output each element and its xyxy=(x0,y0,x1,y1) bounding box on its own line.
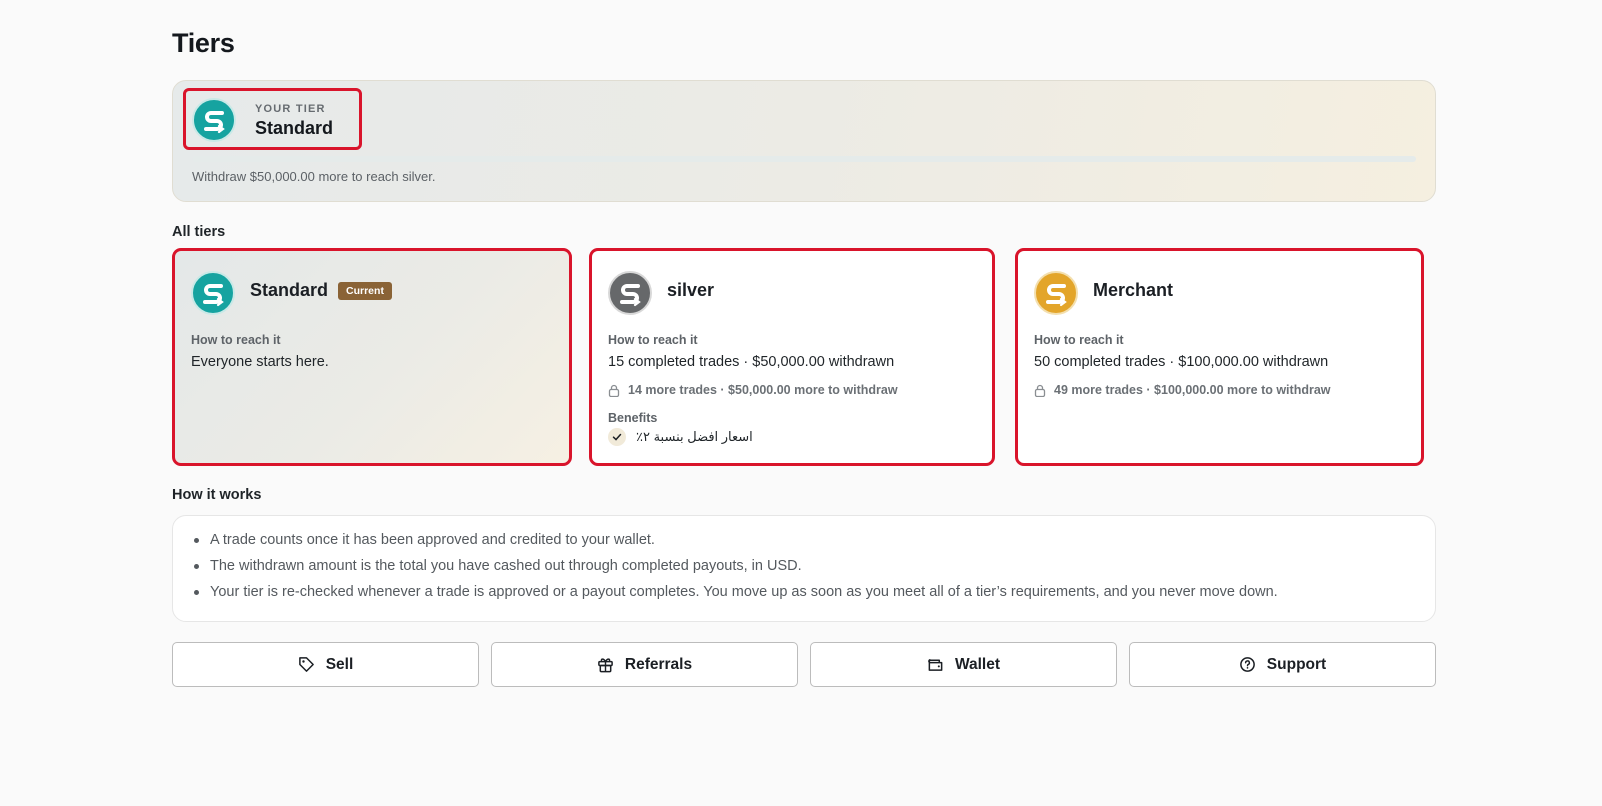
lock-icon xyxy=(608,384,620,397)
tier-card-standard[interactable]: Standard Current How to reach it Everyone… xyxy=(172,248,572,466)
referrals-button-label: Referrals xyxy=(624,655,693,673)
tier-card-silver[interactable]: silver How to reach it 15 completed trad… xyxy=(589,248,995,466)
how-it-works-list: A trade counts once it has been approved… xyxy=(173,516,1435,608)
tag-icon xyxy=(298,657,314,672)
current-badge: Current xyxy=(338,282,392,300)
sell-button-label: Sell xyxy=(325,655,354,673)
tier-name: Standard Current xyxy=(250,280,392,301)
support-button[interactable]: Support xyxy=(1129,642,1436,687)
tier-progress-bar xyxy=(192,156,1416,162)
page-title: Tiers xyxy=(172,28,235,58)
how-it-works-heading: How it works xyxy=(172,487,262,503)
standard-tier-logo-icon xyxy=(191,271,235,315)
action-bar: Sell Referrals Wallet Support xyxy=(172,642,1436,687)
how-to-reach-label: How to reach it xyxy=(1034,333,1124,347)
wallet-button-label: Wallet xyxy=(954,655,1001,673)
help-circle-icon xyxy=(1239,657,1255,672)
benefits-label: Benefits xyxy=(608,411,658,425)
tier-name: Merchant xyxy=(1093,280,1174,300)
tier-card-merchant[interactable]: Merchant How to reach it 50 completed tr… xyxy=(1015,248,1424,466)
tier-name-label: Standard xyxy=(250,280,329,300)
support-button-label: Support xyxy=(1266,655,1327,673)
silver-tier-logo-icon xyxy=(608,271,652,315)
standard-tier-logo-icon xyxy=(192,98,236,142)
list-item: The withdrawn amount is the total you ha… xyxy=(192,556,1435,582)
wallet-icon xyxy=(928,659,943,671)
sell-button[interactable]: Sell xyxy=(172,642,479,687)
list-item: A trade counts once it has been approved… xyxy=(192,530,1435,556)
lock-icon xyxy=(1034,384,1046,397)
tier-requirement: 15 completed trades · $50,000.00 withdra… xyxy=(608,354,895,370)
tier-requirement: Everyone starts here. xyxy=(191,354,329,370)
all-tiers-heading: All tiers xyxy=(172,224,226,240)
your-tier-name: Standard xyxy=(255,118,334,138)
merchant-tier-logo-icon xyxy=(1034,271,1078,315)
tier-name: silver xyxy=(667,280,715,300)
your-tier-eyebrow: YOUR TIER xyxy=(255,103,326,115)
how-to-reach-label: How to reach it xyxy=(191,333,281,347)
gift-icon xyxy=(598,658,613,673)
your-tier-card: YOUR TIER Standard Withdraw $50,000.00 m… xyxy=(172,80,1436,202)
your-tier-progress-note: Withdraw $50,000.00 more to reach silver… xyxy=(192,169,436,184)
how-to-reach-label: How to reach it xyxy=(608,333,698,347)
tier-remaining-text: 49 more trades · $100,000.00 more to wit… xyxy=(1054,383,1331,397)
benefit-item: اسعار افضل بنسبة ٢٪ xyxy=(608,428,753,446)
benefit-text: اسعار افضل بنسبة ٢٪ xyxy=(636,429,753,444)
how-it-works-box: A trade counts once it has been approved… xyxy=(172,515,1436,622)
tier-requirement: 50 completed trades · $100,000.00 withdr… xyxy=(1034,354,1329,370)
tier-remaining: 14 more trades · $50,000.00 more to with… xyxy=(608,383,898,397)
referrals-button[interactable]: Referrals xyxy=(491,642,798,687)
tier-remaining: 49 more trades · $100,000.00 more to wit… xyxy=(1034,383,1331,397)
wallet-button[interactable]: Wallet xyxy=(810,642,1117,687)
tier-remaining-text: 14 more trades · $50,000.00 more to with… xyxy=(628,383,898,397)
list-item: Your tier is re-checked whenever a trade… xyxy=(192,582,1435,608)
check-icon xyxy=(608,428,626,446)
